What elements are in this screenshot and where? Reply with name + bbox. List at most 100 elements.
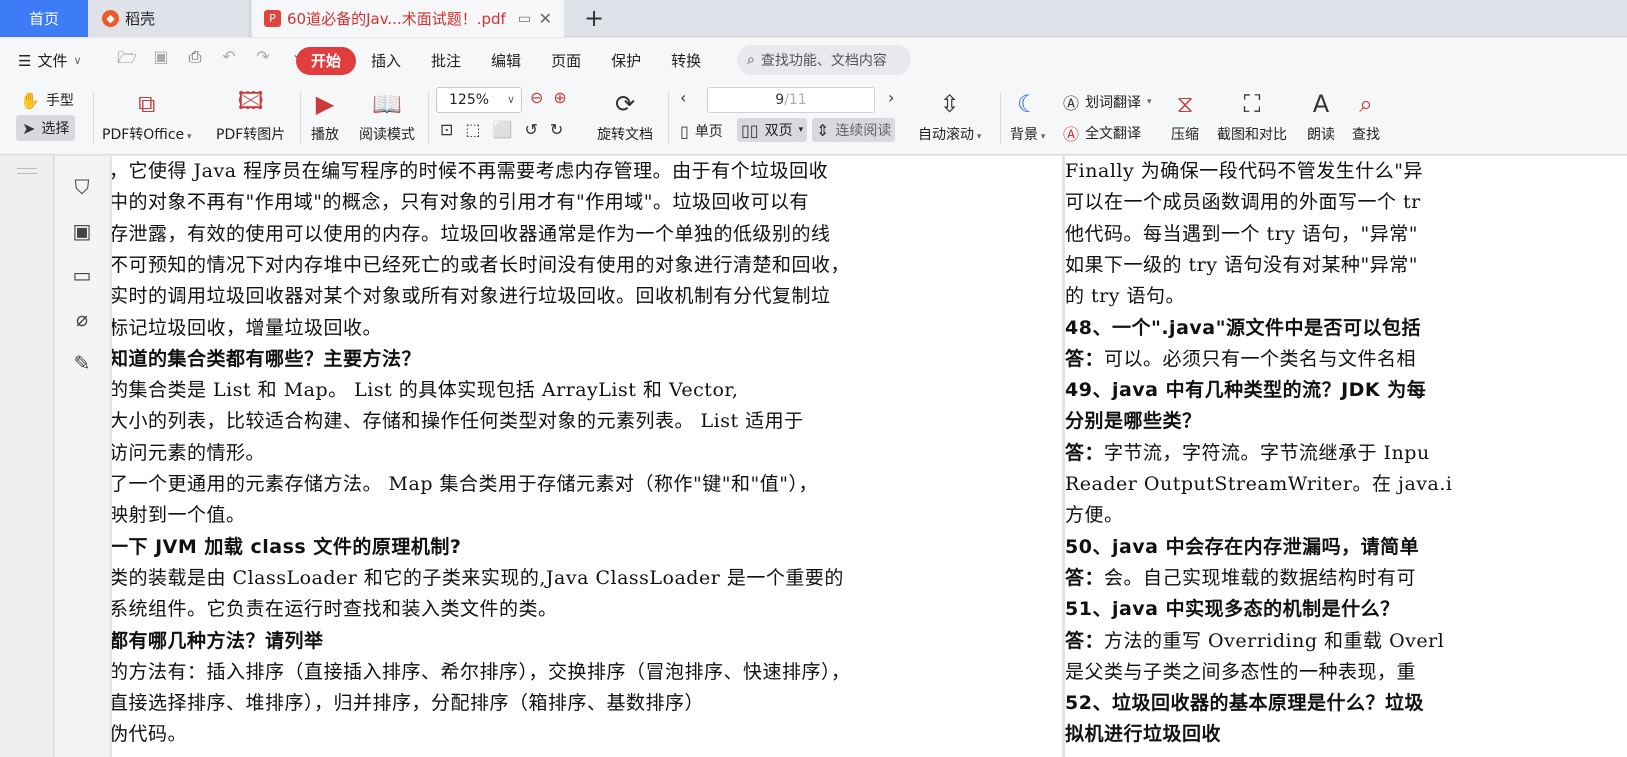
print-icon[interactable]: ⎙ [184,47,206,74]
book-icon: 📖 [372,90,402,118]
attachment-icon[interactable]: ⌀ [69,306,95,332]
text-line: 了一个更通用的元素存储方法。 Map 集合类用于存储元素对（称作"键"和"值"）… [112,473,818,495]
fit-width-icon[interactable]: ⬜ [493,120,513,139]
hand-icon: ✋ [20,90,40,110]
text-line: 他代码。每当遇到一个 try 语句，"异常" [1065,222,1419,245]
ribbon-divider [428,92,429,144]
read-aloud-icon: A [1312,90,1330,118]
double-page-button[interactable]: ▯▯ 双页 ▾ [737,118,808,142]
moon-icon: ☾ [1016,90,1039,118]
tab-daoke[interactable]: ◆ 稻壳 [88,0,250,37]
zoom-value: 125% [449,92,490,108]
tab-protect[interactable]: 保护 [596,47,656,75]
bookmark-icon[interactable]: ⛉ [69,174,95,200]
question-heading: 都有哪几种方法？请列举 [112,629,324,652]
find-button[interactable]: ⌕ 查找 [1352,86,1380,144]
text-line: 大小的列表，比较适合构建、存储和操作任何类型对象的元素列表。 List 适用于 [112,410,804,433]
rotate-document-label: 旋转文档 [597,127,653,143]
double-page-icon: ▯▯ [741,120,759,140]
question-heading: 拟机进行垃圾回收 [1065,723,1222,746]
read-aloud-button[interactable]: A 朗读 [1307,86,1335,144]
select-tool-button[interactable]: ➤ 选择 [16,115,76,141]
open-folder-icon[interactable]: 🗁 [116,47,138,74]
question-heading: 知道的集合类都有哪些？主要方法？ [112,347,422,370]
screen-icon[interactable]: ▭ [518,11,531,27]
text-line: 标记垃圾回收，增量垃圾回收。 [112,316,383,339]
redo-icon[interactable]: ↷ [252,47,274,74]
text-line: 如果下一级的 try 语句没有对某种"异常" [1065,253,1419,276]
auto-scroll-button[interactable]: ⇳ 自动滚动 ▾ [918,86,981,144]
answer-prefix: 答： [1065,347,1105,370]
tab-bar: 首页 ◆ 稻壳 P 60道必备的Jav...术面试题！.pdf ▭ ✕ + [0,0,1627,37]
rotate-left-icon[interactable]: ↺ [524,120,537,139]
thumbnail-icon[interactable]: ▣ [69,218,95,244]
zoom-controls: ⊖ ⊕ [530,88,567,107]
translate-icon: Ⓐ [1063,94,1080,113]
play-label: 播放 [311,127,339,143]
single-page-button[interactable]: ▯ 单页 [680,121,723,141]
fit-page-icon[interactable]: ⬚ [465,120,480,139]
tab-home[interactable]: 首页 [0,0,88,37]
tab-annotate[interactable]: 批注 [416,47,476,75]
text-line: 是父类与子类之间多态性的一种表现，重 [1065,660,1417,683]
text-line: 直接选择排序、堆排序），归并排序，分配排序（箱排序、基数排序） [112,692,705,715]
zoom-in-icon[interactable]: ⊕ [553,88,566,107]
zoom-out-icon[interactable]: ⊖ [530,88,543,107]
pdf-to-office-button[interactable]: ⧉ PDF转Office ▾ [102,86,192,144]
tab-insert[interactable]: 插入 [356,47,416,75]
screenshot-icon: ⛶ [1243,90,1261,118]
pdf-to-office-label: PDF转Office [102,127,185,143]
tab-start[interactable]: 开始 [296,46,357,75]
text-line: 映射到一个值。 [112,504,246,527]
page-number-input[interactable]: 9/11 [707,87,875,113]
comment-icon[interactable]: ▭ [69,262,95,288]
rotate-document-button[interactable]: ⟳ 旋转文档 [597,86,653,144]
zoom-select[interactable]: 125% ∨ [436,87,522,113]
pdf-to-image-button[interactable]: 🖾 PDF转图片 [216,86,285,144]
text-line: 类的装载是由 ClassLoader 和它的子类来实现的,Java ClassL… [112,566,844,589]
continuous-read-button[interactable]: ⇕ 连续阅读 [812,118,896,142]
play-button[interactable]: ▶ 播放 [311,86,339,144]
next-page-button[interactable]: › [888,88,894,107]
screenshot-compare-button[interactable]: ⛶ 截图和对比 [1217,86,1287,144]
caret-down-icon: ▾ [1147,97,1152,107]
auto-scroll-icon: ⇳ [939,90,960,118]
actual-size-icon[interactable]: ⊡ [440,120,453,139]
chevron-right-icon: › [888,88,895,107]
pdf-page-right: Finally 为确保一段代码不管发生什么"异 可以在一个成员函数调用的外面写一个… [1065,156,1627,757]
file-menu-button[interactable]: ☰ 文件 ∨ [18,50,82,71]
text-line: 的 try 语句。 [1065,285,1186,308]
tab-edit[interactable]: 编辑 [476,47,536,75]
signature-icon[interactable]: ✎ [69,350,95,376]
undo-icon[interactable]: ↶ [218,47,240,74]
tab-pdf-document[interactable]: P 60道必备的Jav...术面试题！.pdf ▭ ✕ [252,0,564,37]
text-line: 实时的调用垃圾回收器对某个对象或所有对象进行垃圾回收。回收机制有分代复制垃 [112,285,831,308]
background-button[interactable]: ☾ 背景 ▾ [1010,86,1045,144]
question-heading: 一下 JVM 加载 class 文件的原理机制? [112,535,462,558]
save-icon[interactable]: ▣ [150,47,172,74]
text-line: 伪代码。 [112,723,188,746]
read-mode-button[interactable]: 📖 阅读模式 [359,86,415,144]
ribbon-tabs: 开始 插入 批注 编辑 页面 保护 转换 [296,46,716,75]
compress-button[interactable]: ⧖ 压缩 [1171,86,1199,144]
panel-grip[interactable] [17,168,37,174]
background-label: 背景 [1010,127,1038,143]
prev-page-button[interactable]: ‹ [680,88,686,107]
search-input[interactable]: ⌕ 查找功能、文档内容 [737,45,911,75]
text-line: 可以在一个成员函数调用的外面写一个 tr [1065,191,1421,214]
tab-page[interactable]: 页面 [536,47,596,75]
text-line: 系统组件。它负责在运行时查找和装入类文件的类。 [112,598,558,621]
new-tab-button[interactable]: + [580,4,608,32]
plus-icon: + [583,4,605,32]
document-viewport[interactable]: ，它使得 Java 程序员在编写程序的时候不再需要考虑内存管理。由于有个垃圾回收… [112,156,1627,757]
hamburger-icon: ☰ [18,51,32,70]
full-translate-button[interactable]: Ⓐ 全文翻译 [1063,121,1141,145]
pdf-to-office-icon: ⧉ [138,90,156,118]
close-tab-icon[interactable]: ✕ [539,9,552,28]
single-page-icon: ▯ [680,121,689,141]
tab-convert[interactable]: 转换 [656,47,716,75]
hand-tool-button[interactable]: ✋ 手型 [20,90,74,110]
hand-tool-label: 手型 [45,93,74,109]
rotate-right-icon[interactable]: ↻ [550,120,563,139]
word-translate-button[interactable]: Ⓐ 划词翻译 ▾ [1063,90,1152,114]
